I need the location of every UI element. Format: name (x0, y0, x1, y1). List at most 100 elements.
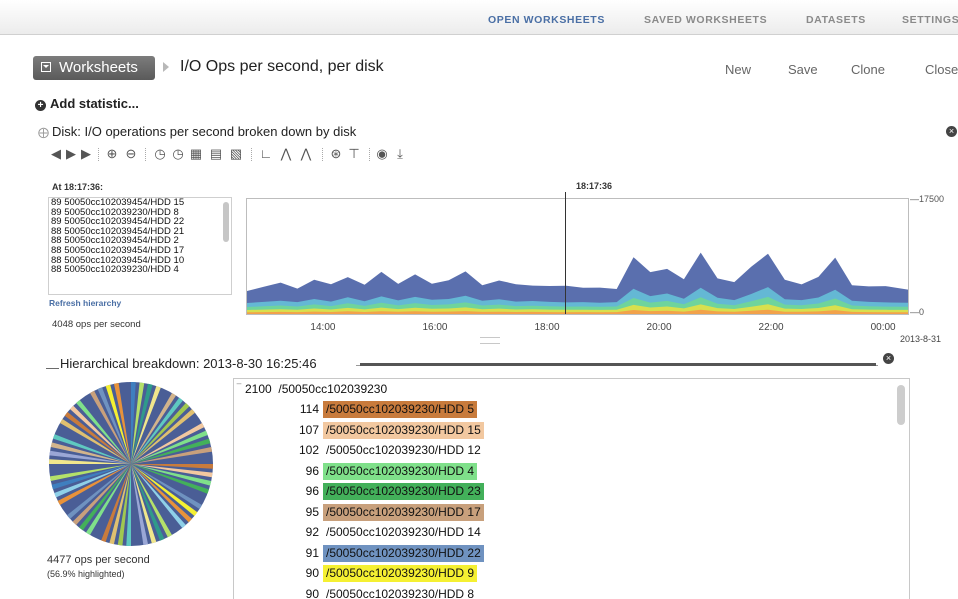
x-tick-label: 20:00 (647, 322, 672, 333)
tree-row-label: /50050cc102039230/HDD 8 (323, 586, 477, 599)
highlighted-percent-label: (56.9% highlighted) (47, 569, 125, 579)
x-date-label: 2013-8-31 (900, 334, 941, 344)
pie-svg (47, 380, 215, 548)
save-button[interactable]: Save (788, 62, 818, 77)
x-tick-label: 18:00 (534, 322, 559, 333)
clock-back-icon[interactable]: ◷ (152, 146, 168, 162)
nav-open-worksheets[interactable]: OPEN WORKSHEETS (488, 14, 605, 26)
toolbar-separator (145, 148, 147, 161)
cursor-time-label: 18:17:36 (576, 181, 612, 191)
panel-splitter-handle[interactable] (480, 337, 500, 344)
expand-icon[interactable]: ⨁ (38, 127, 49, 139)
breakdown-title: Hierarchical breakdown: 2013-8-30 16:25:… (60, 356, 321, 371)
calendar-month-icon[interactable]: ▧ (228, 146, 244, 162)
tree-root-label: /50050cc102039230 (278, 382, 387, 396)
breakdown-ops-label: 4477 ops per second (47, 554, 150, 566)
tree-row[interactable]: 96/50050cc102039230/HDD 23 (234, 483, 834, 500)
add-statistic-button[interactable]: + Add statistic... (35, 96, 139, 111)
nav-saved-worksheets[interactable]: SAVED WORKSHEETS (644, 14, 767, 26)
tree-row[interactable]: 102/50050cc102039230/HDD 12 (234, 442, 834, 459)
x-tick-label: 22:00 (759, 322, 784, 333)
tree-row-value: 107 (279, 423, 319, 437)
tree-row-label: /50050cc102039230/HDD 12 (323, 442, 484, 459)
x-tick-label: 16:00 (422, 322, 447, 333)
breakdown-tree[interactable]: ‾ 2100 /50050cc102039230 114/50050cc10203… (233, 378, 910, 599)
download-icon[interactable]: ⤓ (392, 146, 408, 162)
list-scrollbar[interactable] (223, 202, 229, 242)
tree-row-label: /50050cc102039230/HDD 17 (323, 504, 484, 521)
tree-row[interactable]: 114/50050cc102039230/HDD 5 (234, 401, 834, 418)
tree-row[interactable]: 96/50050cc102039230/HDD 4 (234, 463, 834, 480)
tree-row-value: 95 (279, 505, 319, 519)
worksheets-button[interactable]: Worksheets (33, 56, 155, 80)
collapse-breakdown-icon[interactable]: — (46, 360, 59, 375)
tree-row-value: 114 (279, 402, 319, 416)
tree-row[interactable]: 92/50050cc102039230/HDD 14 (234, 524, 834, 541)
worksheet-title[interactable]: I/O Ops per second, per disk (180, 58, 384, 76)
globe-icon[interactable]: ◉ (374, 146, 390, 162)
tree-root-row[interactable]: ‾ 2100 /50050cc102039230 (237, 382, 387, 396)
forward-end-icon[interactable]: ▶​ (78, 146, 94, 162)
value-list[interactable]: 89 50050cc102039454/HDD 15 89 50050cc102… (48, 197, 232, 295)
tree-row-value: 91 (279, 546, 319, 560)
tree-row[interactable]: 91/50050cc102039230/HDD 22 (234, 545, 834, 562)
tree-row-value: 90 (279, 566, 319, 580)
tree-row-label: /50050cc102039230/HDD 14 (323, 524, 484, 541)
dropdown-box-icon (41, 62, 51, 72)
breakdown-pie-chart[interactable] (47, 380, 215, 548)
time-cursor-line[interactable] (565, 192, 566, 314)
time-series-chart[interactable] (246, 198, 909, 315)
tree-row[interactable]: 90/50050cc102039230/HDD 9 (234, 565, 834, 582)
list-item[interactable]: 88 50050cc102039230/HDD 4 (49, 265, 231, 275)
clock-forward-icon[interactable]: ◷ (170, 146, 186, 162)
refresh-hierarchy-link[interactable]: Refresh hierarchy (49, 298, 121, 308)
tree-root-value: 2100 (245, 382, 272, 396)
plus-circle-icon: + (35, 100, 46, 111)
x-tick-label: 00:00 (871, 322, 896, 333)
statistic-title[interactable]: ⨁Disk: I/O operations per second broken … (38, 124, 356, 139)
calendar-week-icon[interactable]: ▤ (208, 146, 224, 162)
drilldown-icon[interactable]: ⊤ (346, 146, 362, 162)
tree-row-label: /50050cc102039230/HDD 15 (323, 422, 484, 439)
tree-row-label: /50050cc102039230/HDD 23 (323, 483, 484, 500)
nav-settings[interactable]: SETTINGS (902, 14, 958, 26)
close-button[interactable]: Close (925, 62, 958, 77)
collapse-icon[interactable]: ⊛ (328, 146, 344, 162)
tree-row[interactable]: 107/50050cc102039230/HDD 15 (234, 422, 834, 439)
y-tick-label: —17500 (910, 194, 944, 204)
breadcrumb-arrow-icon (163, 62, 169, 72)
tree-row-value: 96 (279, 464, 319, 478)
calendar-day-icon[interactable]: ▦ (188, 146, 204, 162)
toolbar-separator (251, 148, 253, 161)
toolbar-separator (322, 148, 324, 161)
toolbar-separator (369, 148, 371, 161)
tree-row[interactable]: 90/50050cc102039230/HDD 8 (234, 586, 834, 599)
mountain-chart-icon[interactable]: ⋀ (278, 146, 294, 162)
at-time-label: At 18:17:36: (52, 182, 103, 192)
stacked-chart-icon[interactable]: ⋀ (298, 146, 314, 162)
zoom-in-icon[interactable]: ⊕ (104, 146, 120, 162)
tree-row-value: 90 (279, 587, 319, 599)
close-statistic-icon[interactable]: × (946, 126, 957, 137)
pan-right-icon[interactable]: ▶ (63, 146, 79, 162)
tree-row-label: /50050cc102039230/HDD 22 (323, 545, 484, 562)
x-tick-label: 14:00 (310, 322, 335, 333)
clone-button[interactable]: Clone (851, 62, 885, 77)
breakdown-time-slider[interactable] (360, 363, 876, 366)
worksheets-label: Worksheets (59, 59, 138, 76)
add-statistic-label: Add statistic... (50, 96, 139, 111)
collapse-node-icon[interactable]: ‾ (237, 382, 241, 396)
tree-row[interactable]: 95/50050cc102039230/HDD 17 (234, 504, 834, 521)
y-tick-label: —0 (910, 307, 924, 317)
ops-per-second-label: 4048 ops per second (52, 319, 141, 330)
line-chart-icon[interactable]: ∟ (258, 146, 274, 162)
close-breakdown-icon[interactable]: × (883, 353, 894, 364)
tree-scrollbar[interactable] (897, 385, 905, 425)
zoom-out-icon[interactable]: ⊖ (123, 146, 139, 162)
pan-left-icon[interactable]: ◀ (48, 146, 64, 162)
nav-datasets[interactable]: DATASETS (806, 14, 866, 26)
tree-row-value: 96 (279, 484, 319, 498)
tree-row-value: 92 (279, 525, 319, 539)
statistic-title-text: Disk: I/O operations per second broken d… (52, 124, 356, 139)
new-button[interactable]: New (725, 62, 751, 77)
